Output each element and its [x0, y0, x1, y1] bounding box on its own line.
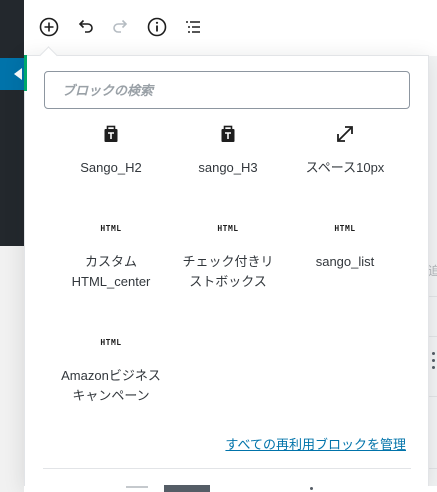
- resize-arrows-icon: [337, 126, 353, 142]
- info-button[interactable]: [144, 14, 170, 40]
- list-view-icon: [186, 21, 200, 33]
- background-partial-text: 追: [428, 264, 437, 278]
- block-item-space-10px[interactable]: スペース10px: [285, 122, 405, 178]
- html-icon: HTML: [217, 223, 239, 233]
- block-label: スペース10px: [305, 160, 385, 175]
- undo-icon: [78, 19, 93, 33]
- html-icon: HTML: [100, 337, 122, 347]
- html-icon: HTML: [334, 223, 356, 233]
- active-menu-marker[interactable]: [0, 58, 24, 90]
- editor-bottom-strip: [24, 486, 437, 492]
- plus-circle-icon: [39, 17, 59, 37]
- popover-divider: [43, 468, 411, 469]
- reusable-block-icon: [104, 125, 118, 142]
- block-label: Amazonビジネス キャンペーン: [61, 368, 161, 403]
- block-item-sango-h2[interactable]: Sango_H2: [51, 122, 171, 178]
- add-block-button[interactable]: [36, 14, 62, 40]
- block-label: Sango_H2: [80, 160, 142, 175]
- block-item-sango-list[interactable]: HTML sango_list: [285, 216, 405, 272]
- html-icon: HTML: [100, 223, 122, 233]
- block-mover-handle[interactable]: [432, 352, 436, 374]
- background-block: [164, 485, 210, 492]
- redo-icon: [113, 19, 128, 33]
- redo-button[interactable]: [108, 14, 134, 40]
- admin-sidebar-lower: [0, 246, 24, 492]
- block-item-sango-h3[interactable]: sango_H3: [168, 122, 288, 178]
- block-item-custom-html-center[interactable]: HTML カスタム HTML_center: [51, 216, 171, 292]
- block-search-input[interactable]: [44, 71, 410, 109]
- block-label: sango_H3: [198, 160, 258, 175]
- outline-button[interactable]: [180, 14, 206, 40]
- block-item-amazon-business[interactable]: HTML Amazonビジネス キャンペーン: [51, 330, 171, 406]
- undo-button[interactable]: [72, 14, 98, 40]
- admin-sidebar: [0, 0, 24, 246]
- info-icon: [147, 17, 167, 37]
- block-label: チェック付きリ ストボックス: [182, 254, 274, 289]
- reusable-block-icon: [221, 125, 235, 142]
- block-label: カスタム HTML_center: [71, 254, 151, 289]
- selected-block-edge: [24, 55, 27, 91]
- background-chip: [126, 486, 148, 488]
- block-label: sango_list: [315, 254, 375, 269]
- background-dot: [310, 487, 313, 490]
- manage-reusable-blocks-link[interactable]: すべての再利用ブロックを管理: [225, 434, 406, 453]
- block-item-checklist-box[interactable]: HTML チェック付きリ ストボックス: [168, 216, 288, 292]
